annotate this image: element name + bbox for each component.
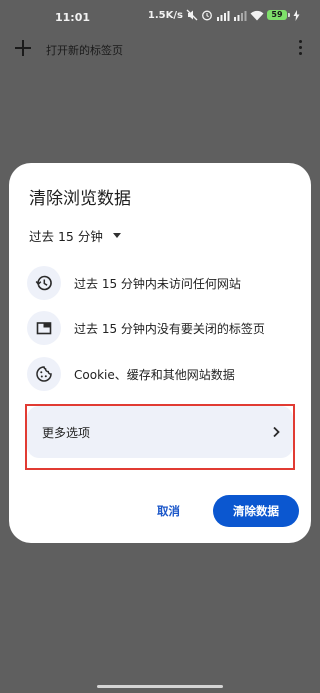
plus-icon[interactable] [14, 39, 32, 57]
clear-data-button[interactable]: 清除数据 [213, 495, 299, 527]
chevron-right-icon [271, 423, 281, 442]
tab-icon [27, 311, 61, 345]
cookie-icon [27, 357, 61, 391]
info-row-tabs: 过去 15 分钟内没有要关闭的标签页 [27, 311, 297, 345]
info-row-cookies: Cookie、缓存和其他网站数据 [27, 357, 297, 391]
more-options-button[interactable]: 更多选项 [27, 406, 293, 458]
time-range-dropdown[interactable]: 过去 15 分钟 [29, 225, 121, 245]
wifi-icon [250, 10, 264, 21]
clear-browsing-data-dialog: 清除浏览数据 过去 15 分钟 过去 15 分钟内未访问任何网站 过去 15 分… [9, 163, 311, 543]
browser-toolbar: 打开新的标签页 [0, 34, 320, 66]
dropdown-caret-icon [112, 232, 121, 238]
cancel-button[interactable]: 取消 [157, 503, 180, 519]
hd-signal-icon [216, 10, 230, 21]
charging-icon [293, 9, 300, 21]
dialog-title: 清除浏览数据 [29, 189, 131, 209]
time-range-value: 过去 15 分钟 [29, 228, 103, 244]
network-speed: 1.5K/s [147, 9, 183, 21]
home-indicator[interactable] [97, 685, 223, 688]
battery-icon: 59 [267, 10, 290, 20]
more-options-label: 更多选项 [42, 425, 91, 440]
info-row-history: 过去 15 分钟内未访问任何网站 [27, 266, 297, 300]
more-vert-icon[interactable] [298, 40, 302, 58]
status-bar: 11:01 1.5K/s 59 [0, 0, 320, 34]
hd-signal-icon [233, 10, 247, 21]
status-icons: 1.5K/s 59 [148, 9, 300, 21]
new-tab-title[interactable]: 打开新的标签页 [46, 42, 123, 58]
status-time: 11:01 [55, 11, 91, 24]
info-label-cookies: Cookie、缓存和其他网站数据 [74, 367, 235, 382]
battery-level: 59 [267, 10, 287, 20]
alarm-icon [201, 9, 213, 21]
mute-icon [186, 9, 198, 21]
history-icon [27, 266, 61, 300]
info-label-history: 过去 15 分钟内未访问任何网站 [74, 276, 241, 291]
info-label-tabs: 过去 15 分钟内没有要关闭的标签页 [74, 321, 265, 336]
